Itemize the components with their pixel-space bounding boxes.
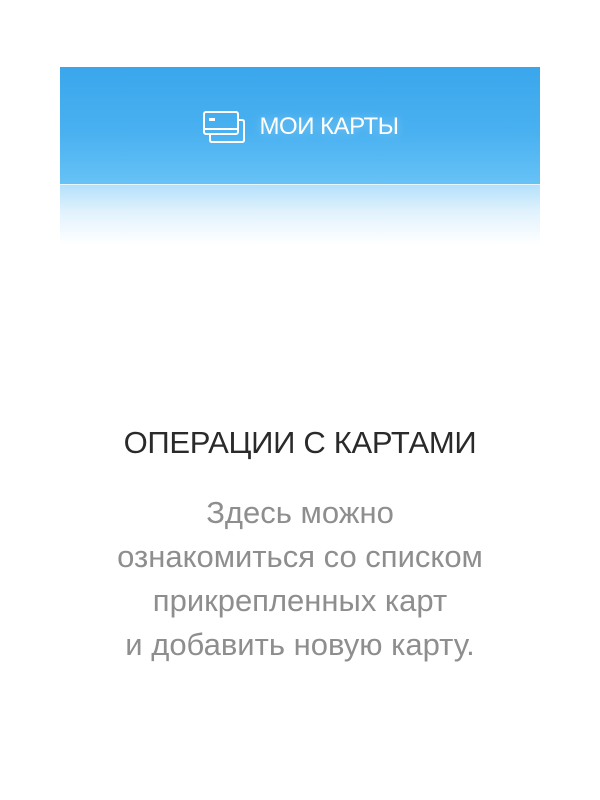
description-line: и добавить новую карту. [125, 627, 475, 662]
banner-fade [60, 185, 540, 245]
section-title: ОПЕРАЦИИ С КАРТАМИ [123, 425, 477, 460]
my-cards-label: МОИ КАРТЫ [259, 113, 399, 140]
description-line: ознакомиться со списком [117, 539, 483, 574]
section-description: Здесь можно ознакомиться со списком прик… [0, 491, 600, 667]
page: МОИ КАРТЫ ОПЕРАЦИИ С КАРТАМИ Здесь можно… [0, 0, 600, 800]
my-cards-button-content: МОИ КАРТЫ [202, 110, 399, 144]
description-line: Здесь можно [206, 495, 394, 530]
description-line: прикрепленных карт [152, 583, 448, 618]
cards-icon [202, 111, 245, 143]
my-cards-button[interactable]: МОИ КАРТЫ [60, 67, 540, 185]
